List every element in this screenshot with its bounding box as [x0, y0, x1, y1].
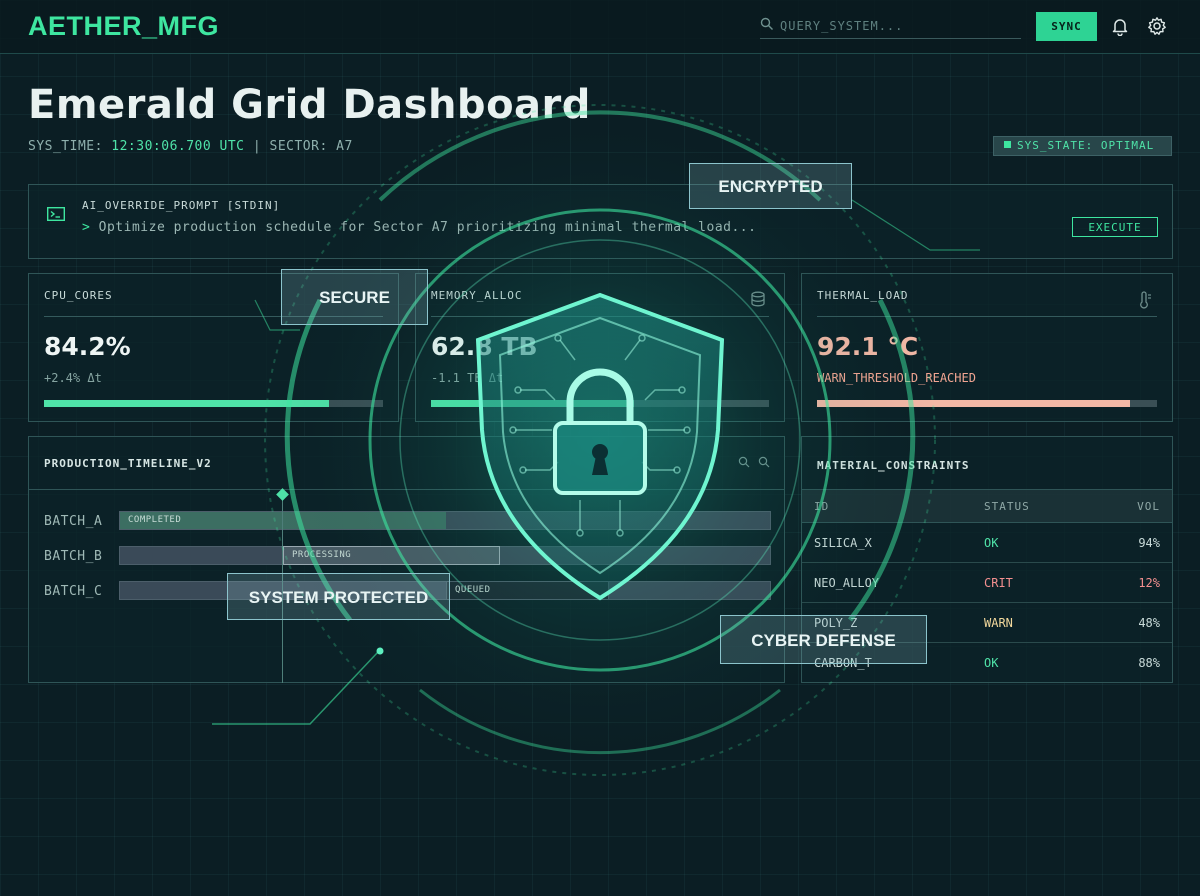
sys-time-label: SYS_TIME:: [28, 139, 103, 154]
encrypted-tag: ENCRYPTED: [689, 163, 852, 209]
table-row[interactable]: NEO_ALLOY CRIT 12%: [802, 563, 1172, 603]
search-bar[interactable]: [760, 13, 1021, 39]
batch-bar-processing[interactable]: PROCESSING: [283, 546, 500, 565]
metric-label: THERMAL_LOAD: [817, 289, 909, 302]
batch-label: BATCH_B: [44, 549, 103, 564]
column-header-status[interactable]: STATUS: [984, 500, 1030, 513]
material-status: CRIT: [984, 576, 1013, 590]
materials-title: MATERIAL_CONSTRAINTS: [817, 459, 970, 472]
progress-fill: [817, 400, 1130, 407]
column-header-id[interactable]: ID: [814, 500, 829, 513]
prompt-text: Optimize production schedule for Sector …: [98, 220, 757, 235]
prompt-input[interactable]: > Optimize production schedule for Secto…: [82, 220, 756, 235]
cyber-defense-tag: CYBER DEFENSE: [720, 615, 927, 664]
system-protected-tag: SYSTEM PROTECTED: [227, 573, 450, 620]
prompt-label: AI_OVERRIDE_PROMPT [STDIN]: [82, 199, 281, 212]
page-title: Emerald Grid Dashboard: [28, 82, 591, 128]
zoom-in-icon[interactable]: [738, 456, 750, 468]
table-header: ID STATUS VOL: [802, 489, 1172, 523]
material-status: OK: [984, 656, 999, 670]
material-volume: 94%: [1138, 536, 1160, 550]
material-status: WARN: [984, 616, 1013, 630]
status-badge-text: SYS_STATE: OPTIMAL: [1017, 139, 1155, 152]
thermometer-icon: [1140, 291, 1151, 309]
ai-override-prompt-panel: AI_OVERRIDE_PROMPT [STDIN] > Optimize pr…: [28, 184, 1173, 259]
arc-bottom: [419, 688, 781, 755]
database-icon: [751, 291, 765, 307]
divider: [431, 316, 769, 317]
material-status: OK: [984, 536, 999, 550]
progress-bar: [44, 400, 383, 407]
divider: [817, 316, 1157, 317]
material-volume: 88%: [1138, 656, 1160, 670]
separator: |: [252, 139, 262, 154]
production-timeline-panel: PRODUCTION_TIMELINE_V2 BATCH_A COMPLETED…: [28, 436, 785, 683]
progress-bar: [817, 400, 1157, 407]
timeline-header: PRODUCTION_TIMELINE_V2: [29, 437, 784, 490]
metric-label: MEMORY_ALLOC: [431, 289, 523, 302]
metric-value: 62.8 TB: [431, 332, 538, 361]
material-volume: 12%: [1138, 576, 1160, 590]
metric-warning: WARN_THRESHOLD_REACHED: [817, 371, 976, 385]
batch-label: BATCH_C: [44, 584, 103, 599]
timeline-title: PRODUCTION_TIMELINE_V2: [44, 457, 212, 470]
metric-value: 92.1 °C: [817, 332, 919, 361]
gear-icon[interactable]: [1147, 16, 1167, 36]
system-time-line: SYS_TIME: 12:30:06.700 UTC | SECTOR: A7: [28, 139, 353, 154]
material-id: SILICA_X: [814, 536, 872, 550]
material-id: NEO_ALLOY: [814, 576, 880, 590]
brand-logo[interactable]: AETHER_MFG: [28, 11, 219, 42]
secure-tag: SECURE: [281, 269, 428, 325]
terminal-icon: [47, 207, 65, 221]
progress-fill: [431, 400, 634, 407]
bell-icon[interactable]: [1110, 16, 1130, 36]
search-icon: [760, 17, 773, 30]
timeline-marker-handle[interactable]: [276, 488, 289, 501]
batch-label: BATCH_A: [44, 514, 103, 529]
progress-fill: [44, 400, 329, 407]
batch-bar-completed[interactable]: COMPLETED: [120, 512, 446, 529]
metric-label: CPU_CORES: [44, 289, 113, 302]
column-header-vol[interactable]: VOL: [1137, 500, 1160, 513]
zoom-out-icon[interactable]: [758, 456, 770, 468]
thermal-load-card: THERMAL_LOAD 92.1 °C WARN_THRESHOLD_REAC…: [801, 273, 1173, 422]
table-row[interactable]: SILICA_X OK 94%: [802, 523, 1172, 563]
batch-bar-queued[interactable]: QUEUED: [446, 581, 609, 600]
sector-label: SECTOR: A7: [269, 139, 353, 154]
progress-bar: [431, 400, 769, 407]
material-volume: 48%: [1138, 616, 1160, 630]
metric-value: 84.2%: [44, 332, 131, 361]
metric-delta: +2.4% Δt: [44, 371, 102, 385]
sys-time-value: 12:30:06.700 UTC: [111, 139, 245, 154]
batch-track[interactable]: COMPLETED: [119, 511, 771, 530]
top-bar: AETHER_MFG SYNC: [0, 0, 1200, 54]
metric-delta: -1.1 TB Δt: [431, 371, 504, 385]
execute-button[interactable]: EXECUTE: [1072, 217, 1158, 237]
batch-track[interactable]: PROCESSING: [119, 546, 771, 565]
memory-alloc-card: MEMORY_ALLOC 62.8 TB -1.1 TB Δt: [415, 273, 785, 422]
search-input[interactable]: [780, 16, 1015, 36]
status-badge: SYS_STATE: OPTIMAL: [993, 136, 1172, 156]
status-indicator-icon: [1004, 141, 1011, 148]
sync-button[interactable]: SYNC: [1036, 12, 1097, 41]
prompt-caret: >: [82, 220, 91, 235]
